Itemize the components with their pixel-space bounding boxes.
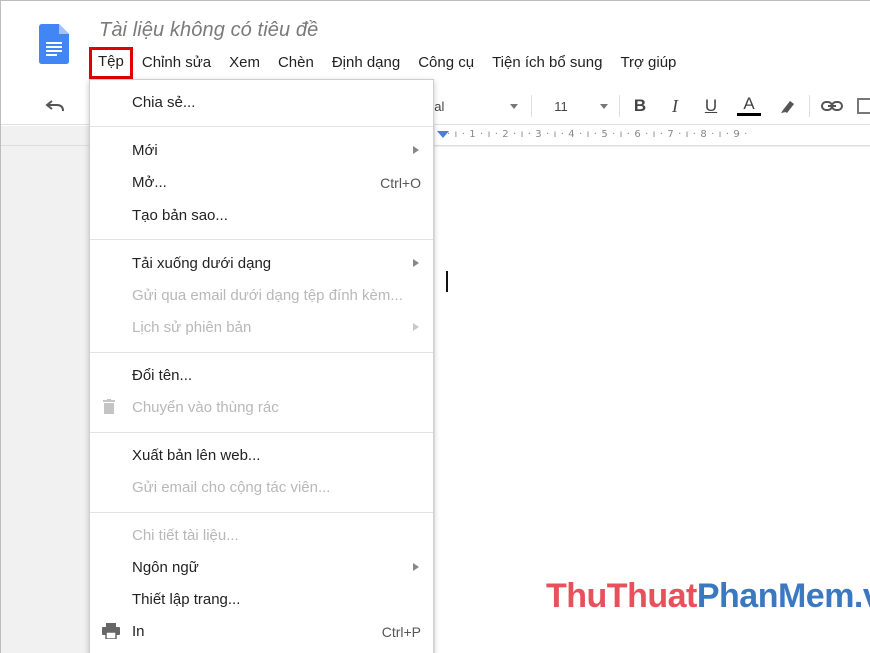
menu-view[interactable]: Xem [220, 51, 269, 75]
text-color-swatch [737, 113, 761, 116]
menu-divider [90, 239, 433, 240]
menu-item-label: Lịch sử phiên bản [132, 319, 252, 336]
app-window: Tài liệu không có tiêu đề Tệp Chỉnh sửa … [0, 0, 870, 653]
font-family-dropdown-icon[interactable] [507, 95, 521, 117]
site-watermark-logo: ThuThuatPhanMem.vn [546, 577, 870, 616]
menu-item-label: Đổi tên... [132, 367, 193, 384]
menu-item-label: Tải xuống dưới dạng [132, 255, 272, 272]
menu-item-document-details[interactable]: Chi tiết tài liệu... [90, 521, 433, 551]
menu-divider [90, 352, 433, 353]
ruler-scale: · ı · 1 · ı · 2 · ı · 3 · ı · 4 · ı · 5 … [435, 126, 870, 145]
bold-button[interactable]: B [629, 95, 651, 117]
watermark-part-1: ThuThuat [546, 577, 697, 615]
menu-item-label: Chia sẻ... [132, 94, 196, 111]
printer-icon [102, 623, 120, 643]
menu-item-version-history[interactable]: Lịch sử phiên bản [90, 313, 433, 343]
menu-item-label: Gửi email cho cộng tác viên... [132, 479, 331, 496]
menu-item-label: In [132, 623, 145, 640]
shortcut-label: Ctrl+O [380, 175, 421, 191]
submenu-arrow-icon [413, 259, 419, 267]
italic-button[interactable]: I [664, 95, 686, 117]
ruler-ticks: · ı · 1 · ı · 2 · ı · 3 · ı · 4 · ı · 5 … [447, 129, 748, 140]
submenu-arrow-icon [413, 323, 419, 331]
undo-icon[interactable] [43, 95, 67, 117]
menu-divider [90, 512, 433, 513]
menu-item-rename[interactable]: Đổi tên... [90, 361, 433, 391]
menu-item-label: Gửi qua email dưới dạng tệp đính kèm... [132, 287, 403, 304]
menu-item-label: Chi tiết tài liệu... [132, 527, 239, 544]
menu-item-email-collaborators[interactable]: Gửi email cho cộng tác viên... [90, 473, 433, 503]
file-menu-dropdown: Chia sẻ... Mới Mở... Ctrl+O Tạo bản sao.… [89, 79, 434, 653]
menu-item-language[interactable]: Ngôn ngữ [90, 553, 433, 583]
menu-item-share[interactable]: Chia sẻ... [90, 88, 433, 118]
menu-item-publish-to-web[interactable]: Xuất bản lên web... [90, 441, 433, 471]
menu-insert[interactable]: Chèn [269, 51, 323, 75]
menu-addons[interactable]: Tiện ích bổ sung [483, 51, 611, 75]
submenu-arrow-icon [413, 146, 419, 154]
text-color-button[interactable]: A [736, 95, 762, 117]
toolbar-divider [531, 95, 532, 117]
toolbar-divider [619, 95, 620, 117]
link-icon[interactable] [819, 95, 845, 117]
menu-item-label: Xuất bản lên web... [132, 447, 261, 464]
menu-item-label: Ngôn ngữ [132, 559, 199, 576]
menu-divider [90, 432, 433, 433]
menu-help[interactable]: Trợ giúp [611, 51, 685, 75]
insert-comment-icon[interactable] [857, 95, 870, 117]
menu-divider [90, 126, 433, 127]
text-cursor [446, 271, 448, 292]
submenu-arrow-icon [413, 563, 419, 571]
menu-item-email-attachment[interactable]: Gửi qua email dưới dạng tệp đính kèm... [90, 281, 433, 311]
document-title[interactable]: Tài liệu không có tiêu đề [99, 19, 318, 42]
watermark-part-2: PhanMem.vn [696, 577, 870, 615]
menu-bar: Tệp Chỉnh sửa Xem Chèn Định dạng Công cụ… [89, 47, 685, 79]
menu-item-page-setup[interactable]: Thiết lập trang... [90, 585, 433, 615]
font-family-select[interactable]: rial [427, 95, 477, 117]
menu-item-label: Mở... [132, 174, 167, 191]
font-size-value: 11 [554, 98, 568, 114]
menu-item-move-to-trash[interactable]: Chuyển vào thùng rác [90, 393, 433, 423]
google-docs-logo-icon[interactable] [39, 24, 69, 64]
font-size-select[interactable]: 11 [549, 95, 573, 117]
menu-item-download-as[interactable]: Tải xuống dưới dạng [90, 249, 433, 279]
trash-icon [102, 399, 116, 419]
font-size-dropdown-icon[interactable] [597, 95, 611, 117]
menu-item-make-copy[interactable]: Tạo bản sao... [90, 201, 433, 231]
menu-tools[interactable]: Công cụ [409, 51, 483, 75]
text-color-label: A [743, 94, 755, 113]
menu-file[interactable]: Tệp [89, 47, 133, 79]
menu-item-label: Thiết lập trang... [132, 591, 241, 608]
menu-edit[interactable]: Chỉnh sửa [133, 51, 220, 75]
highlight-pen-icon[interactable] [776, 95, 800, 117]
menu-item-open[interactable]: Mở... Ctrl+O [90, 168, 433, 198]
menu-item-new[interactable]: Mới [90, 136, 433, 166]
toolbar-divider [809, 95, 810, 117]
menu-item-label: Mới [132, 142, 158, 159]
menu-item-print[interactable]: In Ctrl+P [90, 617, 433, 647]
shortcut-label: Ctrl+P [381, 624, 421, 640]
menu-format[interactable]: Định dạng [323, 51, 409, 75]
menu-item-label: Tạo bản sao... [132, 207, 228, 224]
underline-button[interactable]: U [700, 95, 722, 117]
menu-item-label: Chuyển vào thùng rác [132, 399, 279, 416]
